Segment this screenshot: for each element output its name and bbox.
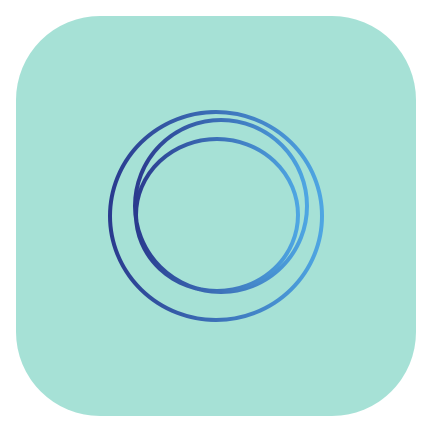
screen [0,0,438,443]
tile-background [16,16,416,416]
rings-logo-icon [16,16,416,416]
app-icon-tile[interactable] [16,16,416,416]
